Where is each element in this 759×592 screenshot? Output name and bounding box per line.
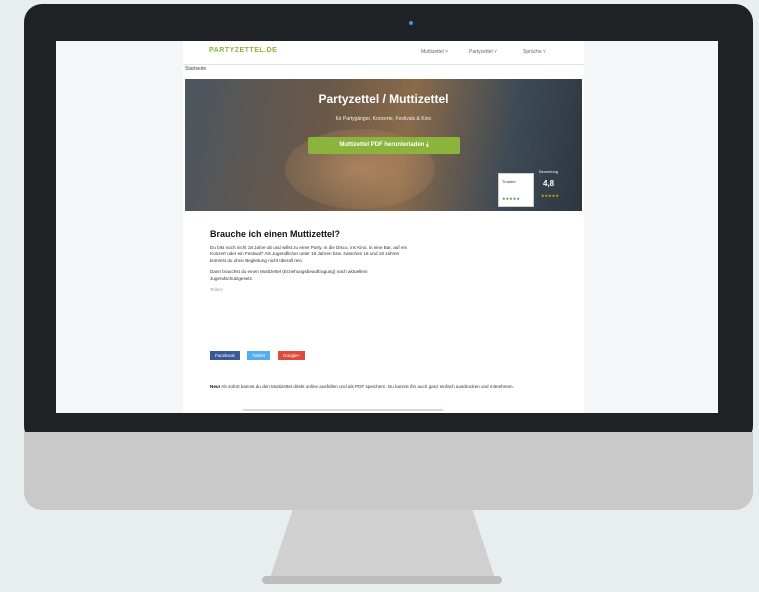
article-paragraph: Du bist noch nicht 18 Jahre alt und will… xyxy=(210,245,408,263)
camera-dot xyxy=(409,21,413,25)
rating-score: 4,8 xyxy=(543,179,555,188)
trust-badge[interactable]: Trusted ★★★★★ xyxy=(498,173,534,207)
trust-badge-stars: ★★★★★ xyxy=(502,196,520,201)
rating-widget[interactable]: Bewertung 4,8 ★★★★★ xyxy=(537,169,573,205)
site-header: PARTYZETTEL.DE Muttizettel ˅ Partyzettel… xyxy=(183,41,584,65)
nav-item-sprueche[interactable]: Sprüche ˅ xyxy=(523,49,546,55)
article-heading: Brauche ich einen Muttizettel? xyxy=(210,229,341,239)
nav-item-muttizettel[interactable]: Muttizettel ˅ xyxy=(421,49,448,55)
rating-label: Bewertung xyxy=(539,169,559,174)
hero-subtitle: für Partygänger, Konzerte, Festivals & K… xyxy=(335,116,432,122)
google-plus-share-button[interactable]: Google+ xyxy=(277,351,306,360)
share-buttons: Facebook Twitter Google+ xyxy=(210,344,308,360)
monitor-stand-base xyxy=(262,576,502,584)
monitor-screen: PARTYZETTEL.DE Muttizettel ˅ Partyzettel… xyxy=(56,41,718,413)
article-paragraph: Dann brauchst du einen Muttizettel (Erzi… xyxy=(210,269,368,281)
hero-banner: Partyzettel / Muttizettel für Partygänge… xyxy=(185,79,582,211)
trust-badge-label: Trusted xyxy=(502,179,516,184)
rating-stars: ★★★★★ xyxy=(541,193,559,198)
monitor-stand xyxy=(270,510,495,578)
twitter-share-button[interactable]: Twitter xyxy=(247,351,271,360)
notice-label: Neu! xyxy=(210,384,221,389)
webpage: PARTYZETTEL.DE Muttizettel ˅ Partyzettel… xyxy=(183,41,584,413)
site-logo[interactable]: PARTYZETTEL.DE xyxy=(209,47,277,54)
share-label: Teilen: xyxy=(210,287,224,293)
notice-body: Ab sofort kannst du den Muttizettel dire… xyxy=(221,384,514,389)
footer-divider xyxy=(243,409,443,411)
hero-title: Partyzettel / Muttizettel xyxy=(318,92,449,106)
breadcrumb[interactable]: Startseite xyxy=(185,66,206,72)
download-pdf-button[interactable]: Muttizettel PDF herunterladen ⤓ xyxy=(308,137,460,154)
nav-item-partyzettel[interactable]: Partyzettel ˅ xyxy=(469,49,497,55)
monitor-chin xyxy=(24,432,753,510)
article: Brauche ich einen Muttizettel? Du bist n… xyxy=(210,229,410,298)
facebook-share-button[interactable]: Facebook xyxy=(210,351,240,360)
notice-text: Neu! Ab sofort kannst du den Muttizettel… xyxy=(210,384,560,390)
